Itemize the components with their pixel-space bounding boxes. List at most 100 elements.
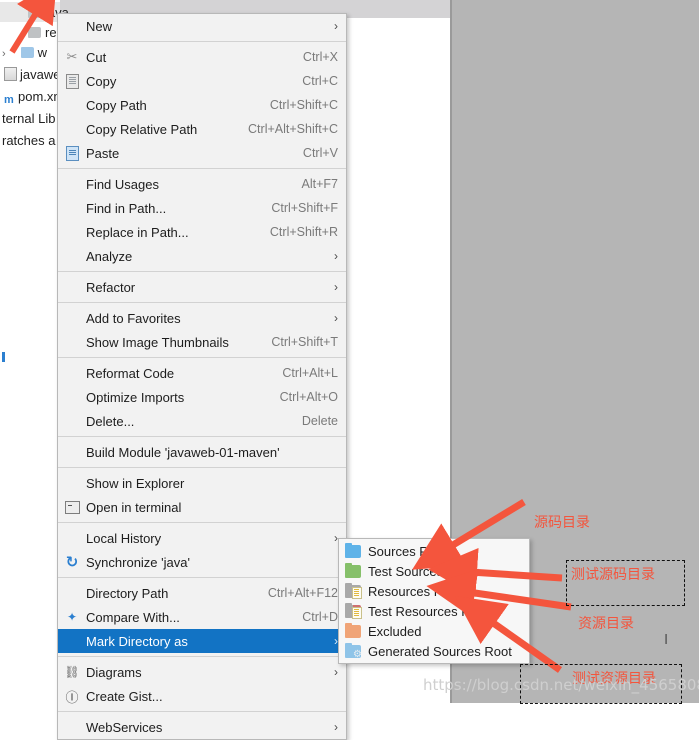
resource-lines-icon	[352, 606, 362, 619]
menu-separator	[58, 711, 346, 712]
submenu-item-sources-root[interactable]: Sources Root	[339, 541, 529, 561]
menu-separator	[58, 357, 346, 358]
submenu-item-label: Generated Sources Root	[368, 643, 512, 659]
menu-item-mark-directory-as[interactable]: Mark Directory as ›	[58, 629, 346, 653]
menu-item-delete[interactable]: Delete... Delete	[58, 409, 346, 433]
tree-item-2[interactable]: › w	[2, 44, 47, 63]
menu-item-copy-path[interactable]: Copy Path Ctrl+Shift+C	[58, 93, 346, 117]
submenu-item-label: Excluded	[368, 623, 422, 639]
menu-item-shortcut: Ctrl+Alt+F12	[267, 586, 338, 600]
menu-item-analyze[interactable]: Analyze ›	[58, 244, 346, 268]
menu-item-webservices[interactable]: WebServices ›	[58, 715, 346, 739]
menu-item-show-image-thumbnails[interactable]: Show Image Thumbnails Ctrl+Shift+T	[58, 330, 346, 354]
menu-item-show-in-explorer[interactable]: Show in Explorer	[58, 471, 346, 495]
menu-item-shortcut: Ctrl+Shift+C	[269, 98, 338, 112]
submenu-item-label: Sources Root	[368, 543, 447, 559]
menu-item-cut[interactable]: ✂ Cut Ctrl+X	[58, 45, 346, 69]
menu-item-icon-slot	[58, 73, 86, 89]
menu-item-label: Show in Explorer	[86, 475, 185, 491]
menu-item-paste[interactable]: Paste Ctrl+V	[58, 141, 346, 165]
chevron-right-icon: ›	[334, 19, 338, 33]
tree-item-label: ratches a	[2, 133, 56, 148]
menu-item-icon-slot	[58, 145, 86, 161]
paste-icon	[65, 145, 79, 161]
menu-item-shortcut: Ctrl+Alt+L	[282, 366, 338, 380]
gear-icon: ⚙	[353, 648, 362, 660]
tree-item-label: re	[45, 25, 57, 40]
chevron-right-icon: ›	[334, 720, 338, 734]
menu-item-optimize-imports[interactable]: Optimize Imports Ctrl+Alt+O	[58, 385, 346, 409]
annotation-label-1: 测试源码目录	[571, 567, 655, 583]
menu-item-label: Find Usages	[86, 176, 159, 192]
menu-item-label: Paste	[86, 145, 120, 161]
menu-item-shortcut: Ctrl+D	[302, 610, 338, 624]
menu-item-reformat-code[interactable]: Reformat Code Ctrl+Alt+L	[58, 361, 346, 385]
menu-item-replace-in-path[interactable]: Replace in Path... Ctrl+Shift+R	[58, 220, 346, 244]
menu-item-local-history[interactable]: Local History ›	[58, 526, 346, 550]
menu-item-copy[interactable]: Copy Ctrl+C	[58, 69, 346, 93]
chevron-right-icon: ›	[334, 665, 338, 679]
submenu-item-excluded[interactable]: Excluded	[339, 621, 529, 641]
menu-separator	[58, 577, 346, 578]
menu-separator	[58, 467, 346, 468]
menu-item-label: Create Gist...	[86, 688, 163, 704]
compare-icon: ✦	[66, 610, 78, 624]
menu-item-build-module-javaweb-01-maven[interactable]: Build Module 'javaweb-01-maven'	[58, 440, 346, 464]
submenu-item-generated-sources-root[interactable]: ⚙ Generated Sources Root	[339, 641, 529, 661]
folder-test-resources-icon	[345, 602, 362, 619]
menu-item-new[interactable]: New ›	[58, 14, 346, 38]
menu-item-find-usages[interactable]: Find Usages Alt+F7	[58, 172, 346, 196]
menu-item-label: Add to Favorites	[86, 310, 181, 326]
menu-item-compare-with[interactable]: ✦ Compare With... Ctrl+D	[58, 605, 346, 629]
menu-item-open-in-terminal[interactable]: Open in terminal	[58, 495, 346, 519]
resource-lines-icon	[352, 586, 362, 599]
menu-item-shortcut: Ctrl+V	[302, 146, 338, 160]
menu-item-shortcut: Ctrl+Shift+F	[271, 201, 338, 215]
menu-item-label: Directory Path	[86, 585, 169, 601]
menu-item-label: Copy Path	[86, 97, 147, 113]
menu-item-find-in-path[interactable]: Find in Path... Ctrl+Shift+F	[58, 196, 346, 220]
tree-item-1[interactable]: re	[2, 24, 57, 42]
menu-item-label: Analyze	[86, 248, 133, 264]
folder-test-sources-green-icon	[345, 562, 361, 578]
menu-item-refactor[interactable]: Refactor ›	[58, 275, 346, 299]
menu-separator	[58, 302, 346, 303]
diagram-icon: ⛓	[64, 665, 80, 679]
menu-item-create-gist[interactable]: Ⓘ Create Gist...	[58, 684, 346, 708]
maven-icon: m	[4, 94, 14, 106]
menu-item-label: Optimize Imports	[86, 389, 185, 405]
tree-item-5[interactable]: ternal Lib	[2, 110, 55, 128]
chevron-right-icon[interactable]: ›	[2, 48, 6, 60]
menu-item-add-to-favorites[interactable]: Add to Favorites ›	[58, 306, 346, 330]
submenu-item-resources-root[interactable]: Resources Root	[339, 581, 529, 601]
project-tree-sidebar[interactable]: javare›wjavawebmpom.xmternal Libratches …	[0, 0, 69, 703]
menu-item-label: Mark Directory as	[86, 633, 188, 649]
submenu-item-test-resources-root[interactable]: Test Resources Root	[339, 601, 529, 621]
context-menu-items[interactable]: New › ✂ Cut Ctrl+X Copy Ctrl+C Copy Path Ctrl+Sh…	[58, 14, 346, 739]
menu-item-icon-slot: ⛓	[58, 665, 86, 679]
chevron-right-icon: ›	[334, 311, 338, 325]
menu-separator	[58, 168, 346, 169]
tree-item-4[interactable]: m pom.xm	[2, 88, 64, 106]
folder-sources-blue-icon	[345, 542, 361, 558]
menu-item-label: Cut	[86, 49, 107, 65]
submenu-items[interactable]: Sources Root Test Sources Root Resources R…	[339, 541, 529, 661]
menu-item-directory-path[interactable]: Directory Path Ctrl+Alt+F12	[58, 581, 346, 605]
submenu-item-test-sources-root[interactable]: Test Sources Root	[339, 561, 529, 581]
menu-item-label: Synchronize 'java'	[86, 554, 190, 570]
menu-item-copy-relative-path[interactable]: Copy Relative Path Ctrl+Alt+Shift+C	[58, 117, 346, 141]
menu-item-label: Refactor	[86, 279, 136, 295]
sync-icon: ↻	[65, 554, 79, 571]
menu-item-shortcut: Ctrl+C	[302, 74, 338, 88]
menu-item-label: Reformat Code	[86, 365, 175, 381]
text-cursor-icon: I	[664, 631, 669, 648]
context-menu[interactable]: New › ✂ Cut Ctrl+X Copy Ctrl+C Copy Path Ctrl+Sh…	[57, 13, 347, 740]
tree-item-6[interactable]: ratches a	[2, 132, 55, 150]
module-icon	[4, 67, 17, 81]
menu-item-icon-slot: ✂	[58, 49, 86, 65]
menu-item-label: Build Module 'javaweb-01-maven'	[86, 444, 280, 460]
menu-item-synchronize-java[interactable]: ↻ Synchronize 'java'	[58, 550, 346, 574]
mark-directory-as-submenu[interactable]: Sources Root Test Sources Root Resources R…	[338, 538, 530, 664]
folder-excluded-orange-icon	[345, 622, 361, 638]
menu-item-diagrams[interactable]: ⛓ Diagrams ›	[58, 660, 346, 684]
